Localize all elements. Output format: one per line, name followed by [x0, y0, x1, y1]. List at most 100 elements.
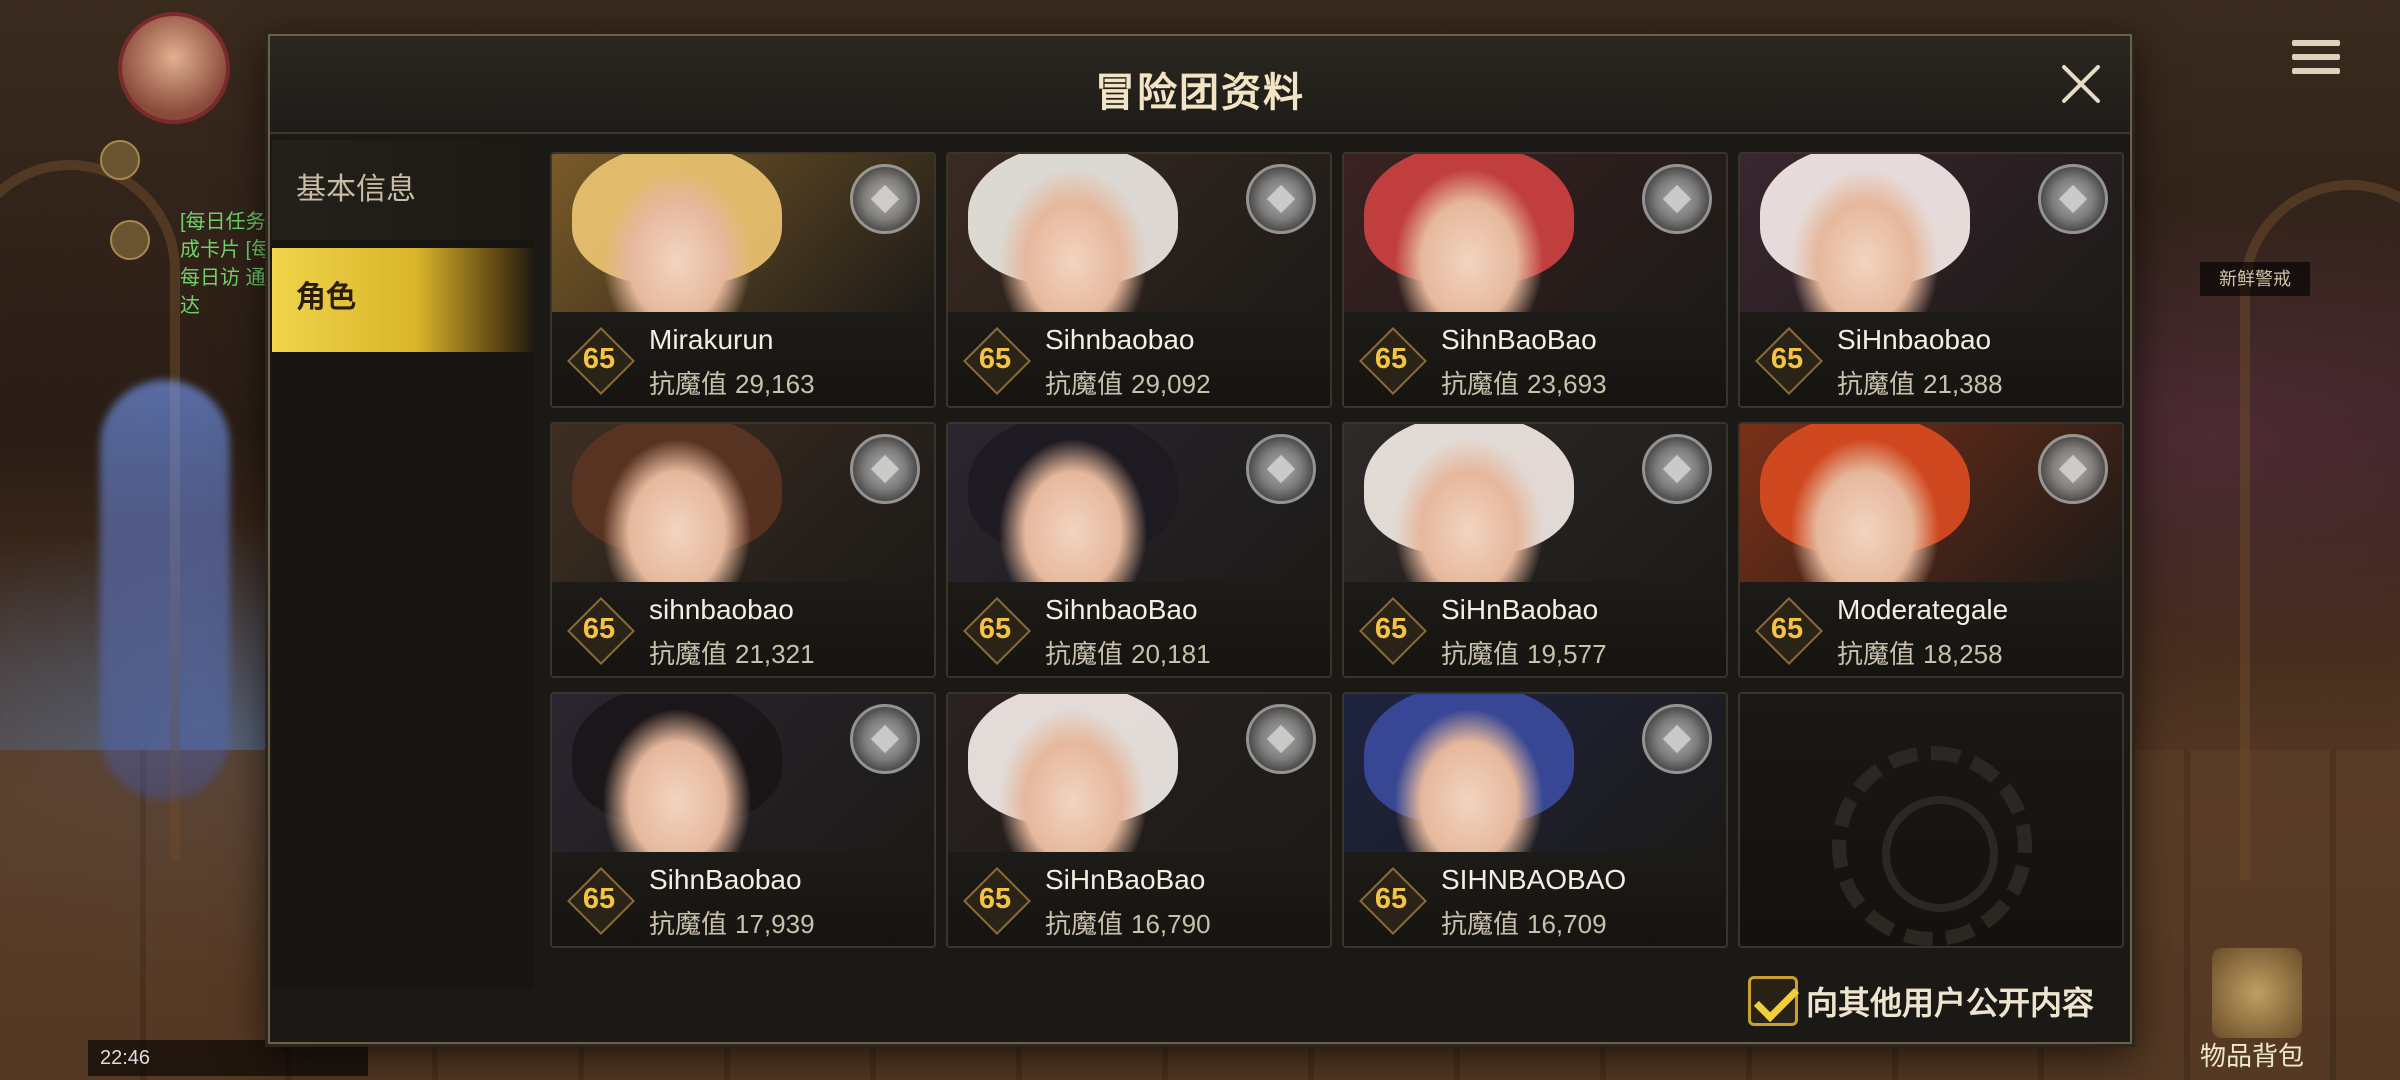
portrait-face [998, 168, 1148, 316]
portrait-face [602, 168, 752, 316]
character-level: 65 [978, 343, 1012, 375]
resist-value-row: 抗魔值 20,181 [1045, 634, 1211, 671]
resist-value: 21,321 [735, 639, 815, 669]
close-icon[interactable] [2054, 56, 2108, 110]
hud-right-label[interactable]: 新鲜警戒 [2200, 262, 2310, 296]
resist-value: 21,388 [1923, 369, 2003, 399]
level-badge: 65 [1360, 868, 1422, 930]
character-card[interactable]: 65 sihnbaobao 抗魔值 21,321 [550, 422, 936, 678]
resist-value: 16,790 [1131, 909, 1211, 939]
class-emblem-icon [850, 704, 920, 774]
resist-label: 抗魔值 [1837, 639, 1916, 669]
character-info: 65 SiHnbaobao 抗魔值 21,388 [1740, 312, 2122, 406]
class-emblem-icon [1246, 704, 1316, 774]
resist-value-row: 抗魔值 23,693 [1441, 364, 1607, 401]
resist-value-row: 抗魔值 16,709 [1441, 904, 1607, 941]
character-info: 65 SihnBaobao 抗魔值 17,939 [552, 852, 934, 946]
hud-quest-scroll-icon[interactable] [110, 220, 150, 260]
level-badge: 65 [1756, 598, 1818, 660]
character-name: Sihnbaobao [1045, 324, 1195, 355]
tab-characters[interactable]: 角色 [272, 248, 534, 352]
resist-value: 18,258 [1923, 639, 2003, 669]
resist-value: 29,163 [735, 369, 815, 399]
resist-value-row: 抗魔值 29,092 [1045, 364, 1211, 401]
tab-basic-info[interactable]: 基本信息 [272, 140, 534, 240]
character-name: SIHNBAOBAO [1441, 864, 1627, 895]
resist-label: 抗魔值 [1045, 369, 1124, 399]
resist-value: 29,092 [1131, 369, 1211, 399]
main-menu-icon[interactable] [2292, 40, 2340, 82]
character-name: SihnBaobao [649, 864, 802, 895]
class-emblem-icon [2038, 434, 2108, 504]
resist-value: 17,939 [735, 909, 815, 939]
resist-value-row: 抗魔值 21,321 [649, 634, 815, 671]
character-portrait [1740, 154, 2122, 316]
portrait-face [602, 708, 752, 856]
character-info: 65 SiHnBaobao 抗魔值 19,577 [1344, 582, 1726, 676]
empty-character-slot[interactable] [1738, 692, 2124, 948]
character-level: 65 [978, 613, 1012, 645]
character-card[interactable]: 65 Moderategale 抗魔值 18,258 [1738, 422, 2124, 678]
tab-basic-info-label: 基本信息 [296, 173, 416, 206]
class-emblem-icon [1246, 434, 1316, 504]
character-card[interactable]: 65 SihnBaobao 抗魔值 17,939 [550, 692, 936, 948]
resist-value: 23,693 [1527, 369, 1607, 399]
character-name: Mirakurun [649, 324, 774, 355]
character-card[interactable]: 65 Sihnbaobao 抗魔值 29,092 [946, 152, 1332, 408]
character-portrait [1344, 154, 1726, 316]
character-info: 65 SiHnBaoBao 抗魔值 16,790 [948, 852, 1330, 946]
character-name: SihnbaoBao [1045, 594, 1198, 625]
resist-value: 20,181 [1131, 639, 1211, 669]
class-emblem-icon [1246, 164, 1316, 234]
public-content-toggle[interactable]: 向其他用户公开内容 [1747, 976, 2094, 1026]
checkbox-checked-icon[interactable] [1747, 976, 1798, 1026]
player-avatar[interactable] [118, 12, 230, 124]
resist-label: 抗魔值 [649, 909, 728, 939]
portrait-face [998, 708, 1148, 856]
character-card[interactable]: 65 Mirakurun 抗魔值 29,163 [550, 152, 936, 408]
dialog-header: 冒险团资料 [270, 36, 2130, 134]
level-badge: 65 [964, 598, 1026, 660]
inventory-bag-label[interactable]: 物品背包 [2200, 1036, 2304, 1073]
portrait-face [1790, 168, 1940, 316]
character-portrait [1344, 694, 1726, 856]
character-level: 65 [582, 343, 616, 375]
portrait-face [1394, 438, 1544, 586]
character-card[interactable]: 65 SihnbaoBao 抗魔值 20,181 [946, 422, 1332, 678]
resist-value: 19,577 [1527, 639, 1607, 669]
hud-buff-icon[interactable] [100, 140, 140, 180]
character-info: 65 Moderategale 抗魔值 18,258 [1740, 582, 2122, 676]
class-emblem-icon [1642, 704, 1712, 774]
portrait-face [602, 438, 752, 586]
resist-label: 抗魔值 [649, 639, 728, 669]
resist-value-row: 抗魔值 19,577 [1441, 634, 1607, 671]
character-portrait [1740, 424, 2122, 586]
character-name: SihnBaoBao [1441, 324, 1597, 355]
resist-label: 抗魔值 [1441, 909, 1520, 939]
resist-label: 抗魔值 [1837, 369, 1916, 399]
character-portrait [948, 154, 1330, 316]
character-card[interactable]: 65 SIHNBAOBAO 抗魔值 16,709 [1342, 692, 1728, 948]
character-info: 65 Sihnbaobao 抗魔值 29,092 [948, 312, 1330, 406]
portrait-face [1394, 168, 1544, 316]
character-card[interactable]: 65 SiHnbaobao 抗魔值 21,388 [1738, 152, 2124, 408]
character-grid: 65 Mirakurun 抗魔值 29,163 65 Sihnbaobao 抗魔值… [550, 152, 2124, 948]
character-info: 65 Mirakurun 抗魔值 29,163 [552, 312, 934, 406]
resist-value-row: 抗魔值 16,790 [1045, 904, 1211, 941]
class-emblem-icon [2038, 164, 2108, 234]
character-portrait [552, 424, 934, 586]
level-badge: 65 [964, 328, 1026, 390]
portrait-face [1790, 438, 1940, 586]
character-info: 65 SihnbaoBao 抗魔值 20,181 [948, 582, 1330, 676]
class-emblem-icon [850, 434, 920, 504]
character-name: SiHnBaoBao [1045, 864, 1206, 895]
character-card[interactable]: 65 SihnBaoBao 抗魔值 23,693 [1342, 152, 1728, 408]
inventory-bag-icon[interactable] [2212, 948, 2302, 1038]
character-info: 65 SIHNBAOBAO 抗魔值 16,709 [1344, 852, 1726, 946]
status-time: 22:46 [100, 1047, 151, 1069]
adventure-team-dialog: 冒险团资料 基本信息 角色 65 Mirakurun 抗魔值 29,163 65… [268, 34, 2132, 1044]
character-card[interactable]: 65 SiHnBaoBao 抗魔值 16,790 [946, 692, 1332, 948]
empty-slot-gear-icon [1832, 746, 2032, 946]
character-card[interactable]: 65 SiHnBaobao 抗魔值 19,577 [1342, 422, 1728, 678]
character-portrait [948, 694, 1330, 856]
